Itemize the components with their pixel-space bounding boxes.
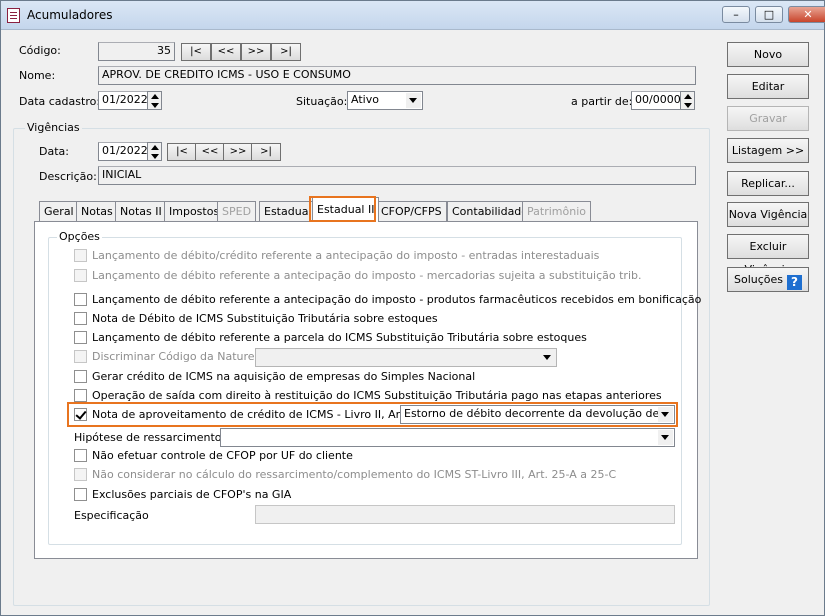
descricao-field[interactable]: INICIAL xyxy=(98,166,696,185)
tab-highlight xyxy=(309,196,376,222)
close-button[interactable]: ✕ xyxy=(788,6,825,23)
minimize-button[interactable]: – xyxy=(722,6,750,23)
vigencias-title: Vigências xyxy=(25,121,82,134)
app-icon xyxy=(7,8,20,23)
tab-cfop-cfps[interactable]: CFOP/CFPS xyxy=(376,201,447,221)
novo-button[interactable]: Novo xyxy=(727,42,809,67)
checkbox[interactable] xyxy=(74,249,87,262)
tab-geral[interactable]: Geral xyxy=(39,201,79,221)
tab-notas-ii[interactable]: Notas II xyxy=(115,201,167,221)
hipotese-select[interactable] xyxy=(220,428,675,447)
option-parcela-estoques[interactable]: Lançamento de débito referente a parcela… xyxy=(74,331,587,344)
next-record-button[interactable]: >> xyxy=(241,43,271,61)
vig-last-button[interactable]: >| xyxy=(251,143,281,161)
codigo-field[interactable]: 35 xyxy=(98,42,175,61)
listagem-button[interactable]: Listagem >> xyxy=(727,138,809,163)
option-nao-considerar-ressarcimento[interactable]: Não considerar no cálculo do ressarcimen… xyxy=(74,468,616,481)
editar-button[interactable]: Editar xyxy=(727,74,809,99)
situacao-select[interactable]: Ativo xyxy=(347,91,423,110)
nota-highlight xyxy=(67,402,678,427)
checkbox[interactable] xyxy=(74,449,87,462)
descricao-label: Descrição: xyxy=(39,170,97,183)
excluir-vigencia-button[interactable]: Excluir Vigência xyxy=(727,234,809,276)
option-nao-controle-cfop[interactable]: Não efetuar controle de CFOP por UF do c… xyxy=(74,449,353,462)
apartir-label: a partir de: xyxy=(571,95,633,108)
apartir-field[interactable]: 00/0000 xyxy=(631,91,681,110)
option-debito-farmaceuticos[interactable]: Lançamento de débito referente a antecip… xyxy=(74,293,701,306)
checkbox[interactable] xyxy=(74,350,87,363)
maximize-button[interactable]: □ xyxy=(755,6,783,23)
gravar-button[interactable]: Gravar xyxy=(727,106,809,131)
tab-estadual[interactable]: Estadual xyxy=(259,201,317,221)
data-cadastro-spinner[interactable] xyxy=(147,91,162,110)
option-exclusoes-gia[interactable]: Exclusões parciais de CFOP's na GIA xyxy=(74,488,291,501)
nome-field[interactable]: APROV. DE CREDITO ICMS - USO E CONSUMO xyxy=(98,66,696,85)
title-bar: Acumuladores – □ ✕ xyxy=(1,1,825,30)
option-discriminar-natureza[interactable]: Discriminar Código da Natureza xyxy=(74,350,267,363)
option-simples-nacional[interactable]: Gerar crédito de ICMS na aquisição de em… xyxy=(74,370,475,383)
data-cadastro-field[interactable]: 01/2022 xyxy=(98,91,148,110)
last-record-button[interactable]: >| xyxy=(271,43,301,61)
option-restituicao-st[interactable]: Operação de saída com direito à restitui… xyxy=(74,389,662,402)
vig-first-button[interactable]: |< xyxy=(167,143,197,161)
situacao-label: Situação: xyxy=(296,95,348,108)
tab-notas[interactable]: Notas xyxy=(76,201,118,221)
option-label: Lançamento de débito/crédito referente a… xyxy=(92,249,600,262)
option-label: Gerar crédito de ICMS na aquisição de em… xyxy=(92,370,476,383)
option-label: Não efetuar controle de CFOP por UF do c… xyxy=(92,449,353,462)
apartir-spinner[interactable] xyxy=(680,91,695,110)
checkbox[interactable] xyxy=(74,312,87,325)
option-label: Não considerar no cálculo do ressarcimen… xyxy=(92,468,617,481)
checkbox[interactable] xyxy=(74,331,87,344)
vig-next-button[interactable]: >> xyxy=(223,143,253,161)
option-label: Operação de saída com direito à restitui… xyxy=(92,389,662,402)
option-debito-credito-interestaduais[interactable]: Lançamento de débito/crédito referente a… xyxy=(74,249,599,262)
option-label: Discriminar Código da Natureza xyxy=(92,350,268,363)
help-icon: ? xyxy=(787,275,803,290)
nova-vigencia-button[interactable]: Nova Vigência xyxy=(727,202,809,227)
tab-sped[interactable]: SPED xyxy=(217,201,257,221)
checkbox[interactable] xyxy=(74,269,87,282)
tab-impostos[interactable]: Impostos xyxy=(164,201,225,221)
checkbox[interactable] xyxy=(74,370,87,383)
option-label: Nota de Débito de ICMS Substituição Trib… xyxy=(92,312,438,325)
especificacao-field[interactable] xyxy=(255,505,675,524)
checkbox[interactable] xyxy=(74,468,87,481)
option-label: Lançamento de débito referente a parcela… xyxy=(92,331,587,344)
tab-patrimonio[interactable]: Patrimônio xyxy=(522,201,591,221)
hipotese-label: Hipótese de ressarcimento xyxy=(74,431,222,444)
chevron-down-icon xyxy=(658,430,673,445)
situacao-value: Ativo xyxy=(351,93,379,106)
data-field[interactable]: 01/2022 xyxy=(98,142,148,161)
vig-prev-button[interactable]: << xyxy=(195,143,225,161)
chevron-down-icon xyxy=(540,350,555,365)
nome-label: Nome: xyxy=(19,69,56,82)
option-debito-substituicao[interactable]: Lançamento de débito referente a antecip… xyxy=(74,269,641,282)
data-label: Data: xyxy=(39,145,69,158)
replicar-button[interactable]: Replicar... xyxy=(727,171,809,196)
data-spinner[interactable] xyxy=(147,142,162,161)
first-record-button[interactable]: |< xyxy=(181,43,211,61)
codigo-label: Código: xyxy=(19,44,61,57)
checkbox[interactable] xyxy=(74,389,87,402)
prev-record-button[interactable]: << xyxy=(211,43,241,61)
solucoes-label: Soluções xyxy=(733,273,784,286)
natureza-select[interactable] xyxy=(255,348,557,367)
option-label: Lançamento de débito referente a antecip… xyxy=(92,293,702,306)
checkbox[interactable] xyxy=(74,488,87,501)
data-cadastro-label: Data cadastro: xyxy=(19,95,101,108)
option-nota-debito-estoques[interactable]: Nota de Débito de ICMS Substituição Trib… xyxy=(74,312,438,325)
opcoes-title: Opções xyxy=(57,230,102,243)
checkbox[interactable] xyxy=(74,293,87,306)
window-title: Acumuladores xyxy=(27,8,113,22)
chevron-down-icon xyxy=(406,93,421,108)
window: Acumuladores – □ ✕ Código: 35 |< << >> >… xyxy=(0,0,825,616)
option-label: Lançamento de débito referente a antecip… xyxy=(92,269,642,282)
option-label: Exclusões parciais de CFOP's na GIA xyxy=(92,488,292,501)
solucoes-button[interactable]: Soluções? xyxy=(727,267,809,292)
especificacao-label: Especificação xyxy=(74,509,149,522)
tab-contabilidade[interactable]: Contabilidade xyxy=(447,201,534,221)
